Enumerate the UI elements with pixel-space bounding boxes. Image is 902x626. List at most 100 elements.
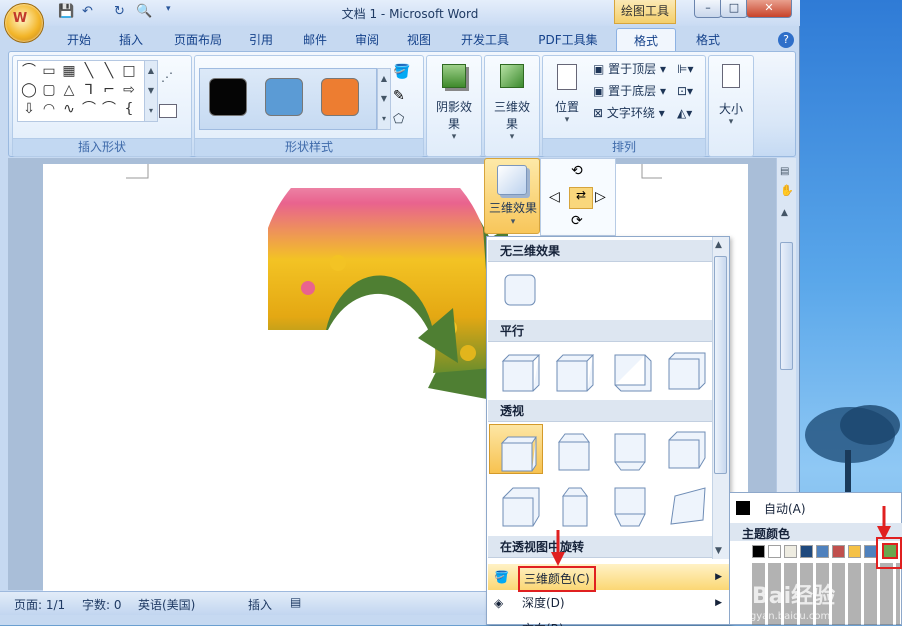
redo-icon[interactable]: ↻ bbox=[114, 4, 125, 19]
maximize-button[interactable]: □ bbox=[720, 0, 748, 18]
3d-effects-ribbon-button[interactable]: 三维效果 ▾ bbox=[489, 60, 535, 142]
tab-home[interactable]: 开始 bbox=[58, 28, 100, 52]
tilt-right-icon[interactable]: ▷ bbox=[595, 189, 606, 205]
shape-rectangle-icon[interactable]: □ bbox=[120, 63, 138, 80]
print-preview-icon[interactable]: 🔍 bbox=[136, 4, 152, 19]
perspective-option-6[interactable] bbox=[547, 480, 601, 530]
style-swatch-orange[interactable] bbox=[321, 78, 359, 116]
shape-triangle-icon[interactable]: △ bbox=[60, 82, 78, 99]
perspective-option-8[interactable] bbox=[659, 480, 713, 530]
depth-menu-item[interactable]: ◈ 深度(D) ▶ bbox=[488, 590, 730, 616]
tilt-up-icon[interactable]: ⟲ bbox=[571, 163, 583, 179]
scrollbar-thumb[interactable] bbox=[780, 242, 793, 370]
gallery-scroll-thumb[interactable] bbox=[714, 256, 727, 474]
tab-review[interactable]: 审阅 bbox=[346, 28, 388, 52]
status-page[interactable]: 页面: 1/1 bbox=[14, 596, 65, 613]
tilt-down-icon[interactable]: ⟳ bbox=[571, 213, 583, 229]
scroll-up-icon[interactable]: ▲ bbox=[781, 208, 788, 218]
theme-color-dark-blue[interactable] bbox=[800, 545, 813, 558]
status-word-count[interactable]: 字数: 0 bbox=[82, 596, 122, 613]
shape-line-icon[interactable]: ╲ bbox=[80, 63, 98, 80]
shape-curve-icon[interactable]: ⌒ bbox=[80, 101, 98, 118]
shape-outline-icon[interactable]: ✎ bbox=[393, 88, 405, 104]
tab-insert[interactable]: 插入 bbox=[110, 28, 152, 52]
no-3d-effect-option[interactable] bbox=[493, 265, 547, 315]
auto-color-label[interactable]: 自动(A) bbox=[764, 500, 806, 517]
tab-format[interactable]: 格式 bbox=[682, 28, 734, 52]
perspective-option-4[interactable] bbox=[659, 424, 713, 474]
rotate-icon[interactable]: ◭▾ bbox=[677, 104, 692, 122]
help-icon[interactable]: ? bbox=[778, 32, 794, 48]
perspective-option-2[interactable] bbox=[547, 424, 601, 474]
shapes-gallery-more-icon[interactable]: ▲ ▼ ▾ bbox=[144, 60, 158, 122]
parallel-option-3[interactable] bbox=[603, 345, 657, 395]
theme-color-blue[interactable] bbox=[816, 545, 829, 558]
change-shape-icon[interactable]: ⬠ bbox=[393, 112, 404, 127]
send-to-back-button[interactable]: ▣ 置于底层 ▾ bbox=[593, 82, 666, 100]
tab-developer[interactable]: 开发工具 bbox=[452, 28, 518, 52]
style-swatch-black[interactable] bbox=[209, 78, 247, 116]
position-button[interactable]: 位置 ▾ bbox=[545, 60, 589, 132]
perspective-option-1-selected[interactable] bbox=[489, 424, 543, 474]
edit-shape-icon[interactable]: ⋰ bbox=[161, 70, 173, 84]
shape-fill-icon[interactable]: 🪣 bbox=[393, 64, 410, 80]
shape-rounded-rect-icon[interactable]: ▢ bbox=[40, 82, 58, 99]
gallery-scroll-up-icon[interactable]: ▲ bbox=[715, 240, 722, 250]
customize-qat-icon[interactable]: ▾ bbox=[166, 4, 171, 14]
shape-elbow-connector-icon[interactable]: ⅂ bbox=[80, 82, 98, 99]
theme-color-white[interactable] bbox=[768, 545, 781, 558]
close-button[interactable]: ✕ bbox=[746, 0, 792, 18]
shape-flowchart-icon[interactable]: ◠ bbox=[40, 101, 58, 118]
3d-effects-button[interactable]: 三维效果 ▾ bbox=[484, 158, 540, 234]
group-objects-icon[interactable]: ⊡▾ bbox=[677, 82, 693, 100]
tab-view[interactable]: 视图 bbox=[398, 28, 440, 52]
theme-color-gold[interactable] bbox=[848, 545, 861, 558]
tab-page-layout[interactable]: 页面布局 bbox=[166, 28, 230, 52]
theme-color-tan[interactable] bbox=[784, 545, 797, 558]
parallel-option-4[interactable] bbox=[659, 345, 713, 395]
status-insert-mode[interactable]: 插入 bbox=[248, 596, 272, 613]
shape-arrow-line-icon[interactable]: ╲ bbox=[100, 63, 118, 80]
shape-right-arrow-icon[interactable]: ⇨ bbox=[120, 82, 138, 99]
perspective-option-7[interactable] bbox=[603, 480, 657, 530]
tab-mailings[interactable]: 邮件 bbox=[294, 28, 336, 52]
perspective-option-3[interactable] bbox=[603, 424, 657, 474]
shape-freeform-icon[interactable]: ∿ bbox=[60, 101, 78, 118]
tab-references[interactable]: 引用 bbox=[240, 28, 282, 52]
shape-down-arrow-icon[interactable]: ⇩ bbox=[20, 101, 38, 118]
ruler-toggle-icon[interactable]: ▤ bbox=[780, 166, 789, 177]
shape-arc-icon[interactable]: ⌒ bbox=[20, 63, 38, 80]
save-icon[interactable]: 💾 bbox=[58, 4, 74, 19]
styles-gallery-more-icon[interactable]: ▲ ▼ ▾ bbox=[377, 68, 391, 130]
minimize-button[interactable]: – bbox=[694, 0, 722, 18]
theme-color-black[interactable] bbox=[752, 545, 765, 558]
draw-textbox-icon[interactable] bbox=[159, 104, 177, 118]
3d-arrow-shape[interactable] bbox=[268, 188, 508, 403]
shape-scribble-icon[interactable]: ⌒ bbox=[100, 101, 118, 118]
gallery-scroll-down-icon[interactable]: ▼ bbox=[715, 546, 722, 556]
shape-elbow-arrow-icon[interactable]: ⌐ bbox=[100, 82, 118, 99]
status-language[interactable]: 英语(美国) bbox=[138, 596, 195, 613]
shape-vertical-textbox-icon[interactable]: ▦ bbox=[60, 63, 78, 80]
style-swatch-blue[interactable] bbox=[265, 78, 303, 116]
perspective-option-5[interactable] bbox=[493, 480, 547, 530]
size-button[interactable]: 大小 ▾ bbox=[709, 60, 753, 132]
theme-color-red[interactable] bbox=[832, 545, 845, 558]
macro-record-icon[interactable]: ▤ bbox=[290, 595, 301, 609]
3d-toggle-icon[interactable]: ⇄ bbox=[569, 187, 593, 209]
shape-brace-icon[interactable]: { bbox=[120, 101, 138, 118]
tilt-left-icon[interactable]: ◁ bbox=[549, 189, 560, 205]
auto-color-swatch[interactable] bbox=[736, 501, 750, 515]
shadow-effects-button[interactable]: 阴影效果 ▾ bbox=[431, 60, 477, 142]
parallel-option-1[interactable] bbox=[493, 345, 547, 395]
shape-textbox-icon[interactable]: ▭ bbox=[40, 63, 58, 80]
text-wrap-button[interactable]: ⊠ 文字环绕 ▾ bbox=[593, 104, 665, 122]
3d-color-menu-item[interactable]: 🪣 三维颜色(C) ▶ bbox=[488, 564, 730, 592]
parallel-option-2[interactable] bbox=[547, 345, 601, 395]
pan-hand-icon[interactable]: ✋ bbox=[780, 184, 794, 197]
bring-to-front-button[interactable]: ▣ 置于顶层 ▾ bbox=[593, 60, 666, 78]
tab-pdf-tools[interactable]: PDF工具集 bbox=[530, 28, 606, 52]
tab-format-drawing[interactable]: 格式 bbox=[616, 28, 676, 53]
shape-oval-icon[interactable]: ◯ bbox=[20, 82, 38, 99]
undo-icon[interactable]: ↶ bbox=[82, 4, 93, 19]
